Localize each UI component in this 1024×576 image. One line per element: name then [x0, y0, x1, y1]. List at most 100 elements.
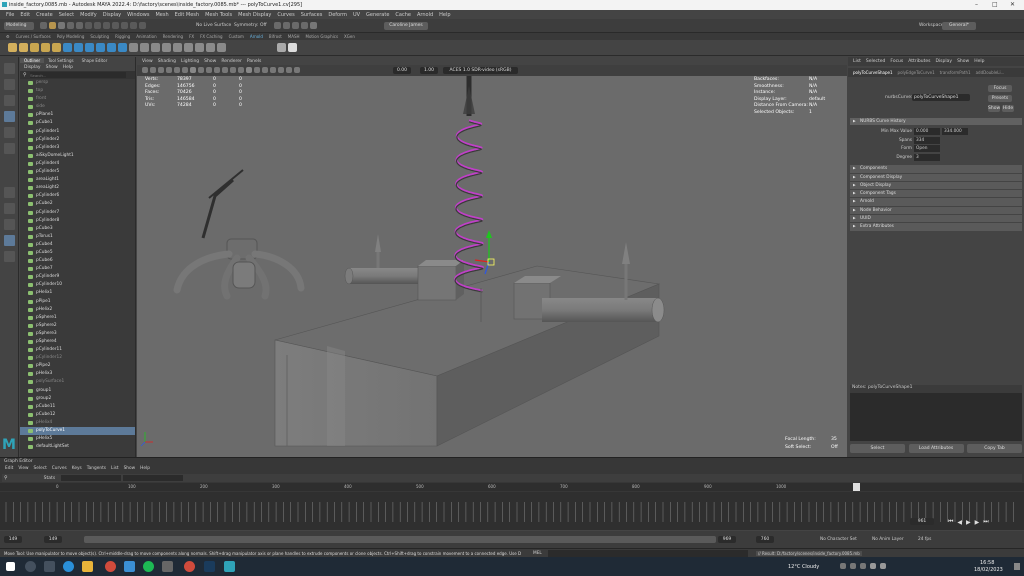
outliner-item[interactable]: pSphere3: [20, 330, 135, 338]
shelf-tab-motion-graphics[interactable]: Motion Graphics: [303, 34, 342, 39]
outliner-item[interactable]: pCylinder5: [20, 168, 135, 176]
shelf-gear-icon[interactable]: ⚙: [0, 34, 13, 39]
default-material-icon[interactable]: [254, 67, 260, 73]
load-attributes-button[interactable]: Load Attributes: [908, 444, 964, 453]
detach-icon[interactable]: [195, 43, 204, 52]
outliner-item[interactable]: polySurface1: [20, 378, 135, 386]
gate-mask-icon[interactable]: [214, 67, 220, 73]
field-chart-icon[interactable]: [222, 67, 228, 73]
menu-surfaces[interactable]: Surfaces: [301, 12, 323, 18]
shelf-tab-curves-surfaces[interactable]: Curves / Surfaces: [13, 34, 54, 39]
copy-tab-button[interactable]: Copy Tab: [967, 444, 1022, 453]
pencil-curve-icon[interactable]: [30, 43, 39, 52]
bevel-icon[interactable]: [173, 43, 182, 52]
section-extra-attributes[interactable]: Extra Attributes: [850, 223, 1022, 231]
section-uuid[interactable]: UUID: [850, 215, 1022, 223]
attr-menu-help[interactable]: Help: [974, 59, 984, 64]
extrude-icon[interactable]: [129, 43, 138, 52]
outliner-item[interactable]: pCube1: [20, 119, 135, 127]
task-view-icon[interactable]: [44, 561, 55, 572]
tab-tool-settings[interactable]: Tool Settings: [44, 58, 77, 63]
rebuild-icon[interactable]: [206, 43, 215, 52]
outliner-menu-display[interactable]: Display: [24, 65, 41, 70]
outliner-item[interactable]: pCylinder2: [20, 136, 135, 144]
outliner-item[interactable]: pCylinder4: [20, 160, 135, 168]
outliner-item[interactable]: pCube5: [20, 249, 135, 257]
trim-icon[interactable]: [217, 43, 226, 52]
outliner-item[interactable]: pSphere4: [20, 338, 135, 346]
clock-date[interactable]: 18/02/2023: [974, 567, 1003, 573]
outliner-item[interactable]: areaLight2: [20, 184, 135, 192]
attr-field-value[interactable]: 0.000: [914, 128, 940, 136]
conveyor-base[interactable]: [274, 265, 661, 447]
show-button[interactable]: Show: [988, 105, 1000, 112]
select-hierarchy-icon[interactable]: [85, 22, 92, 29]
shelf-tab-arnold[interactable]: Arnold: [247, 34, 266, 39]
photoshop-icon[interactable]: [204, 561, 215, 572]
outliner-item[interactable]: pCube7: [20, 265, 135, 273]
paint-select-icon[interactable]: [4, 95, 15, 106]
outliner-item[interactable]: pCylinder3: [20, 144, 135, 152]
nurbs-plane-icon[interactable]: [107, 43, 116, 52]
graph-menu-select[interactable]: Select: [34, 466, 47, 471]
notification-icon[interactable]: [1014, 563, 1020, 570]
save-scene-icon[interactable]: [58, 22, 65, 29]
grease-pencil-icon[interactable]: [182, 67, 188, 73]
live-surface-label[interactable]: No Live Surface: [196, 23, 231, 28]
select-tool-icon[interactable]: [4, 63, 15, 74]
select-object-icon[interactable]: [94, 22, 101, 29]
close-icon[interactable]: ✕: [1010, 1, 1015, 8]
shelf-tab-rigging[interactable]: Rigging: [112, 34, 133, 39]
range-end-field[interactable]: 760: [756, 536, 774, 543]
maximize-icon[interactable]: □: [992, 1, 998, 8]
shelf-tab-bifrost[interactable]: Bifrost: [266, 34, 285, 39]
tray-icon-3[interactable]: [860, 563, 866, 569]
shelf-tab-custom[interactable]: Custom: [226, 34, 247, 39]
gamma-field[interactable]: 1.00: [420, 67, 438, 74]
range-start-inner-field[interactable]: 149: [44, 536, 62, 543]
shelf-tab-animation[interactable]: Animation: [133, 34, 159, 39]
outliner-item[interactable]: pCylinder11: [20, 346, 135, 354]
current-frame-field[interactable]: 961: [910, 518, 934, 525]
shelf-tab-sculpting[interactable]: Sculpting: [87, 34, 112, 39]
store-icon[interactable]: [124, 561, 135, 572]
snap-grid-icon[interactable]: [112, 22, 119, 29]
focus-button[interactable]: Focus: [988, 85, 1012, 92]
outliner-item[interactable]: top: [20, 87, 135, 95]
camera-icon[interactable]: [288, 43, 297, 52]
tab-outliner[interactable]: Outliner: [20, 58, 45, 63]
outliner-item[interactable]: pSphere1: [20, 314, 135, 322]
curve-cv-icon[interactable]: [8, 43, 17, 52]
isolate-select-icon[interactable]: [294, 67, 300, 73]
mode-select[interactable]: Modeling: [4, 22, 34, 30]
textured-icon[interactable]: [262, 67, 268, 73]
grid-toggle-icon[interactable]: [190, 67, 196, 73]
symmetry-label[interactable]: Symmetry: Off: [234, 23, 267, 28]
render-frame-icon[interactable]: [274, 22, 281, 29]
outliner-item[interactable]: pPlane1: [20, 111, 135, 119]
outliner-item[interactable]: front: [20, 95, 135, 103]
nurbs-cone-icon[interactable]: [96, 43, 105, 52]
scene-3d[interactable]: [137, 76, 847, 457]
attr-field-value[interactable]: Open: [914, 145, 940, 153]
menu-deform[interactable]: Deform: [328, 12, 347, 18]
viewport-menu-panels[interactable]: Panels: [247, 59, 261, 64]
outliner-item[interactable]: pSphere2: [20, 322, 135, 330]
go-end-icon[interactable]: ⏭: [983, 518, 988, 526]
menu-file[interactable]: File: [6, 12, 14, 18]
menu-display[interactable]: Display: [103, 12, 121, 18]
shelf-tab-fx-caching[interactable]: FX Caching: [197, 34, 225, 39]
attr-menu-show[interactable]: Show: [957, 59, 969, 64]
playhead-marker[interactable]: [853, 483, 860, 491]
outliner-item[interactable]: pHelix3: [20, 370, 135, 378]
outliner-item[interactable]: pPipe1: [20, 298, 135, 306]
outliner-item[interactable]: pCube4: [20, 241, 135, 249]
graph-menu-view[interactable]: View: [18, 466, 28, 471]
planar-icon[interactable]: [162, 43, 171, 52]
stats-field-a[interactable]: [61, 475, 122, 481]
persp-outliner-layout-icon[interactable]: [4, 219, 15, 230]
stats-field-b[interactable]: [123, 475, 184, 481]
snap-curve-icon[interactable]: [121, 22, 128, 29]
outliner-item[interactable]: pCylinder8: [20, 217, 135, 225]
nurbs-cube-icon[interactable]: [74, 43, 83, 52]
